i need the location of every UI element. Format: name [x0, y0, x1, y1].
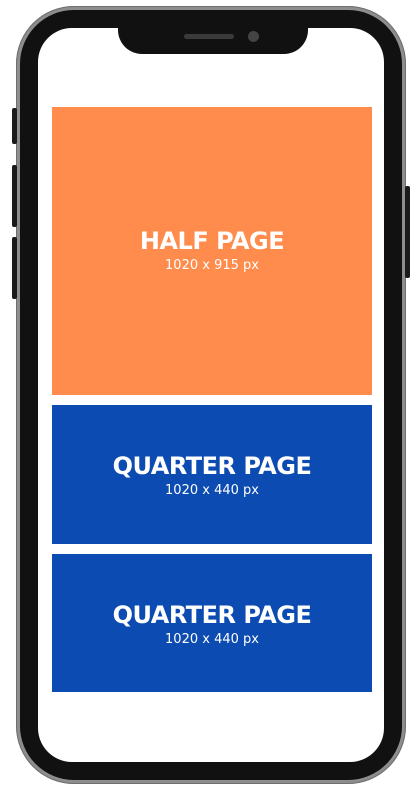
- power-button: [405, 186, 410, 278]
- quarter-page-ad-block-2: QUARTER PAGE 1020 x 440 px: [52, 554, 372, 692]
- quarter-page-ad-block-1: QUARTER PAGE 1020 x 440 px: [52, 405, 372, 544]
- camera-icon: [248, 31, 259, 42]
- volume-up-button: [12, 165, 17, 227]
- speaker-icon: [184, 34, 234, 39]
- ad-title: HALF PAGE: [139, 227, 285, 255]
- volume-down-button: [12, 237, 17, 299]
- mute-switch: [12, 108, 17, 144]
- ad-title: QUARTER PAGE: [112, 601, 312, 629]
- ad-size: 1020 x 440 px: [165, 632, 259, 647]
- ad-size: 1020 x 915 px: [165, 258, 259, 273]
- ad-size: 1020 x 440 px: [165, 483, 259, 498]
- half-page-ad-block: HALF PAGE 1020 x 915 px: [52, 107, 372, 395]
- phone-notch: [118, 10, 308, 54]
- ad-title: QUARTER PAGE: [112, 452, 312, 480]
